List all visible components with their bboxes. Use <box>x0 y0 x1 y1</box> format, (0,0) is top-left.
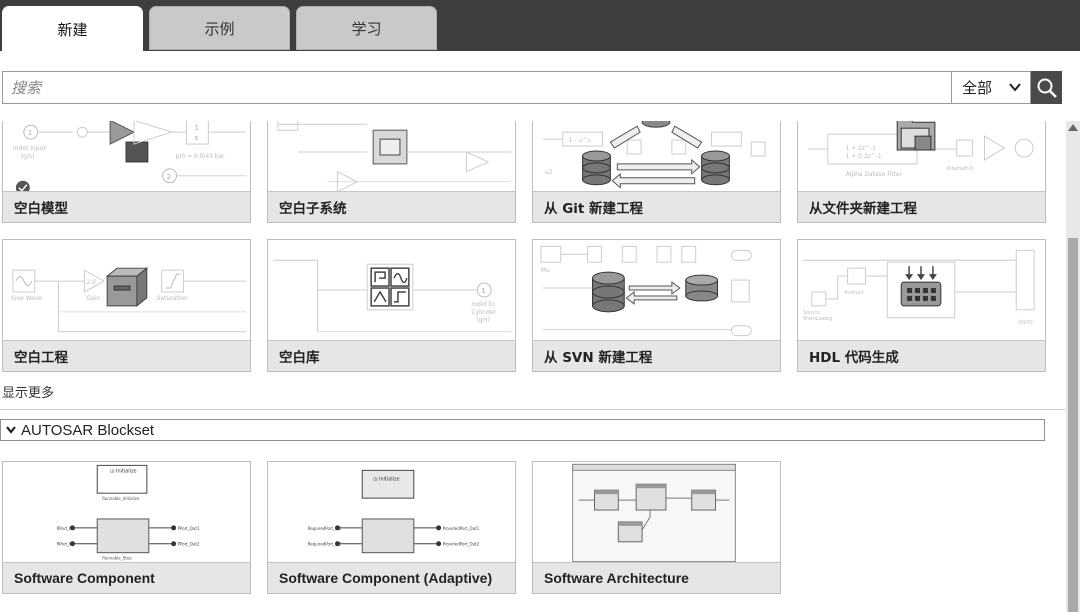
template-card-blank-model[interactable]: 1 mdot Input (g/s) 1s p/0 = 0.0/43 bar 2 … <box>2 121 251 223</box>
card-label: Software Architecture <box>533 562 780 593</box>
search-input[interactable] <box>2 71 952 104</box>
library-blocks-icon <box>370 267 410 307</box>
tab-new[interactable]: 新建 <box>2 6 143 52</box>
tab-learn[interactable]: 学习 <box>296 6 437 50</box>
svg-text:◷ Initialize: ◷ Initialize <box>110 468 137 474</box>
blank-project-thumbnail: Sine Wave 2.0 Gain Saturation <box>3 240 250 342</box>
folder-project-thumbnail: Scin Filter 1 + 2z^-11 + 0.3z^-1 Alpha D… <box>798 121 1045 193</box>
box-icon <box>105 267 149 307</box>
scope-dropdown[interactable]: 全部 <box>951 71 1031 104</box>
hdl-codegen-thumbnail: Instruct SourceIfromLusetg Isaste <box>798 240 1045 342</box>
svg-text:(g/s): (g/s) <box>476 317 490 324</box>
svg-text:PPort_Out2: PPort_Out2 <box>178 542 200 547</box>
svg-text:1 + 2z^-1: 1 + 2z^-1 <box>846 145 877 152</box>
search-row: 全部 <box>0 51 1080 121</box>
card-label: Software Component (Adaptive) <box>268 562 515 593</box>
git-project-thumbnail: 1 - u^u u2 <box>533 121 780 193</box>
svg-text:u2: u2 <box>545 169 553 176</box>
card-label: 从 SVN 新建工程 <box>533 340 780 371</box>
svg-text:Isaste: Isaste <box>1018 320 1033 326</box>
svg-text:s: s <box>194 134 198 142</box>
database-right-icon <box>701 150 730 186</box>
svg-text:Instruct: Instruct <box>845 290 864 296</box>
card-label: 从文件夹新建工程 <box>798 191 1045 222</box>
card-label: 从 Git 新建工程 <box>533 191 780 222</box>
scope-value: 全部 <box>962 79 993 97</box>
svg-text:mdot Input: mdot Input <box>13 145 46 152</box>
svg-text:Mu: Mu <box>541 267 550 274</box>
svg-text:ProvidedPort_Out2: ProvidedPort_Out2 <box>443 542 480 547</box>
database-left-icon <box>582 150 611 186</box>
svg-text:PPort_Out1: PPort_Out1 <box>178 526 200 531</box>
tab-examples[interactable]: 示例 <box>149 6 290 50</box>
search-icon <box>1037 78 1057 98</box>
svg-text:Alpha Datase Filter: Alpha Datase Filter <box>846 171 903 178</box>
blank-model-thumbnail: 1 mdot Input(g/s) 1 s p/0 = 0.0/43 bar 2 <box>3 121 250 193</box>
blank-subsystem-thumbnail <box>268 121 515 193</box>
card-label: 空白库 <box>268 340 515 371</box>
svg-text:RPort_In2: RPort_In2 <box>57 542 76 547</box>
svn-project-thumbnail: Mu <box>533 240 780 342</box>
tab-bar: 新建 示例 学习 <box>0 0 1080 52</box>
svg-text:1 - u^u: 1 - u^u <box>569 137 591 144</box>
svg-text:RPort_In1: RPort_In1 <box>57 526 76 531</box>
card-label: 空白工程 <box>3 340 250 371</box>
svg-text:2: 2 <box>167 173 171 181</box>
card-label: Software Component <box>3 562 250 593</box>
template-card-blank-subsystem[interactable]: 空白子系统 <box>267 121 516 223</box>
vertical-scrollbar[interactable] <box>1066 121 1080 612</box>
svg-text:Gain: Gain <box>86 295 100 302</box>
svg-text:Cylinder: Cylinder <box>471 309 496 316</box>
svg-text:Alfamaff-D: Alfamaff-D <box>947 166 974 172</box>
svg-text:◷ Initialize: ◷ Initialize <box>373 476 400 482</box>
template-card-svn-project[interactable]: Mu 从 SVN 新建工程 <box>532 239 781 372</box>
card-label: 空白模型 <box>3 191 250 222</box>
divider <box>0 409 1066 410</box>
svg-text:ProvidedPort_Out1: ProvidedPort_Out1 <box>443 526 480 531</box>
svg-text:2.0: 2.0 <box>86 279 96 286</box>
svg-text:RequiredPort_In2: RequiredPort_In2 <box>308 542 342 547</box>
card-label: HDL 代码生成 <box>798 340 1045 371</box>
svg-text:1: 1 <box>481 287 485 295</box>
svg-text:1: 1 <box>194 124 198 132</box>
template-card-hdl-codegen[interactable]: Instruct Source IfromLusetg Isaste HDL 代… <box>797 239 1046 372</box>
template-card-git-project[interactable]: 1 - u^u u2 从 Git 新建工程 <box>532 121 781 223</box>
folder-icon <box>896 121 936 151</box>
template-card-folder-project[interactable]: Scin Filter 1 + 2z^-11 + 0.3z^-1 Alpha D… <box>797 121 1046 223</box>
software-component-adaptive-thumbnail: ◷ Initialize RequiredPort_In1 RequiredPor… <box>268 462 515 564</box>
svg-text:IfromLusetg: IfromLusetg <box>803 316 832 322</box>
svg-text:1 + 0.3z^-1: 1 + 0.3z^-1 <box>846 153 882 160</box>
chevron-down-icon <box>6 426 16 434</box>
svg-text:p/0 = 0.0/43 bar: p/0 = 0.0/43 bar <box>176 153 226 160</box>
autosar-section-header[interactable]: AUTOSAR Blockset <box>0 419 1045 441</box>
svg-text:Sine Wave: Sine Wave <box>11 295 42 302</box>
autosar-card-software-component[interactable]: ◷ Initialize Runnable_Initialize Runnabl… <box>2 461 251 594</box>
svg-text:1: 1 <box>28 129 32 137</box>
section-title: AUTOSAR Blockset <box>21 421 155 439</box>
svg-text:mdot to: mdot to <box>471 301 495 308</box>
autosar-card-software-component-adaptive[interactable]: ◷ Initialize RequiredPort_In1 RequiredPor… <box>267 461 516 594</box>
show-more-link[interactable]: 显示更多 <box>2 382 54 401</box>
software-architecture-thumbnail <box>533 462 780 564</box>
disk-icon <box>685 274 719 302</box>
svg-text:Scin Filter: Scin Filter <box>860 121 890 122</box>
svg-text:Runnable_Initialize: Runnable_Initialize <box>102 496 140 501</box>
search-button[interactable] <box>1031 71 1062 104</box>
template-card-blank-project[interactable]: Sine Wave 2.0 Gain Saturation 空白工程 <box>2 239 251 372</box>
autosar-card-software-architecture[interactable]: Software Architecture <box>532 461 781 594</box>
svg-text:RequiredPort_In1: RequiredPort_In1 <box>308 526 342 531</box>
card-label: 空白子系统 <box>268 191 515 222</box>
svg-text:(g/s): (g/s) <box>21 153 35 160</box>
chevron-down-icon <box>1009 83 1021 92</box>
blank-library-thumbnail: 1 mdot toCylinder(g/s) <box>268 240 515 342</box>
svg-text:Saturation: Saturation <box>157 295 188 302</box>
database-icon <box>592 271 625 313</box>
scroll-up-icon[interactable] <box>1068 124 1078 131</box>
template-gallery: 1 mdot Input (g/s) 1s p/0 = 0.0/43 bar 2 … <box>0 121 1066 612</box>
template-card-blank-library[interactable]: 1 mdot to Cylinder (g/s) 空白库 <box>267 239 516 372</box>
scroll-thumb[interactable] <box>1068 238 1078 612</box>
chip-icon <box>900 266 942 307</box>
software-component-thumbnail: ◷ Initialize Runnable_Initialize Runnabl… <box>3 462 250 564</box>
svg-text:Runnable_Step: Runnable_Step <box>102 556 132 561</box>
